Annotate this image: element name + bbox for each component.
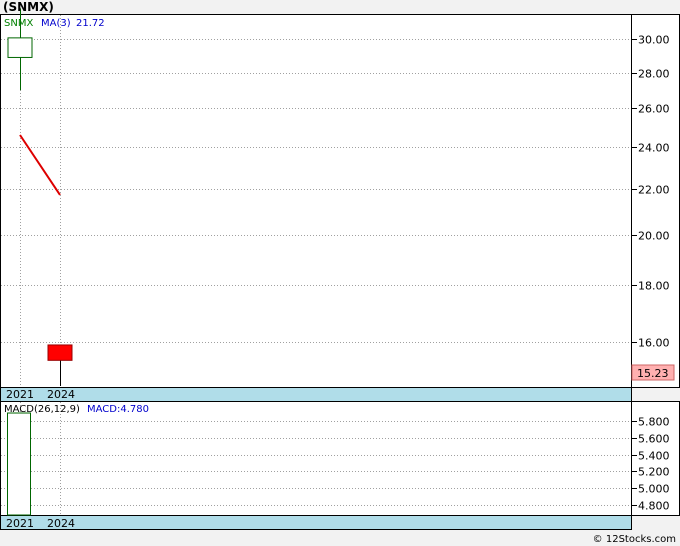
ticker-label: SNMX: [4, 18, 33, 29]
price-tick-label: 28.00: [638, 68, 670, 81]
price-panel-frame: [0, 14, 632, 388]
x-label-2024: 2024: [47, 388, 75, 401]
ma-value: 21.72: [76, 18, 105, 29]
last-price-label: 15.23: [637, 367, 669, 380]
price-tick-label: 22.00: [638, 184, 670, 197]
macd-tick-label: 5.200: [638, 466, 670, 479]
price-tick-label: 26.00: [638, 103, 670, 116]
stock-chart: 16.00 18.00 20.00 22.00 24.00 26.00 28.00 30.00…: [0, 0, 680, 545]
macd-tick-label: 5.600: [638, 433, 670, 446]
macd-tick-label: 5.800: [638, 416, 670, 429]
macd-axis-band: [0, 515, 632, 530]
price-tick-label: 16.00: [638, 337, 670, 350]
chart-title: (SNMX): [3, 0, 54, 14]
watermark: © 12Stocks.com: [593, 534, 676, 545]
candle-body: [47, 344, 73, 361]
macd-x-label-2021: 2021: [6, 517, 34, 530]
price-tick-label: 20.00: [638, 230, 670, 243]
macd-panel-frame: [0, 401, 632, 516]
ma-label: MA(3): [41, 18, 71, 29]
price-tick-label: 30.00: [638, 34, 670, 47]
price-tick-label: 18.00: [638, 280, 670, 293]
x-label-2021: 2021: [6, 388, 34, 401]
price-axis-band: [0, 387, 632, 402]
macd-value: MACD:4.780: [87, 404, 149, 415]
macd-bar-2021: [7, 412, 31, 516]
macd-x-label-2024: 2024: [47, 517, 75, 530]
macd-tick-label: 4.800: [638, 500, 670, 513]
candle-body: [7, 37, 33, 58]
macd-label: MACD(26,12,9): [4, 404, 80, 415]
price-tick-label: 24.00: [638, 142, 670, 155]
macd-bars: [7, 412, 31, 516]
macd-tick-label: 5.000: [638, 483, 670, 496]
macd-tick-label: 5.400: [638, 450, 670, 463]
